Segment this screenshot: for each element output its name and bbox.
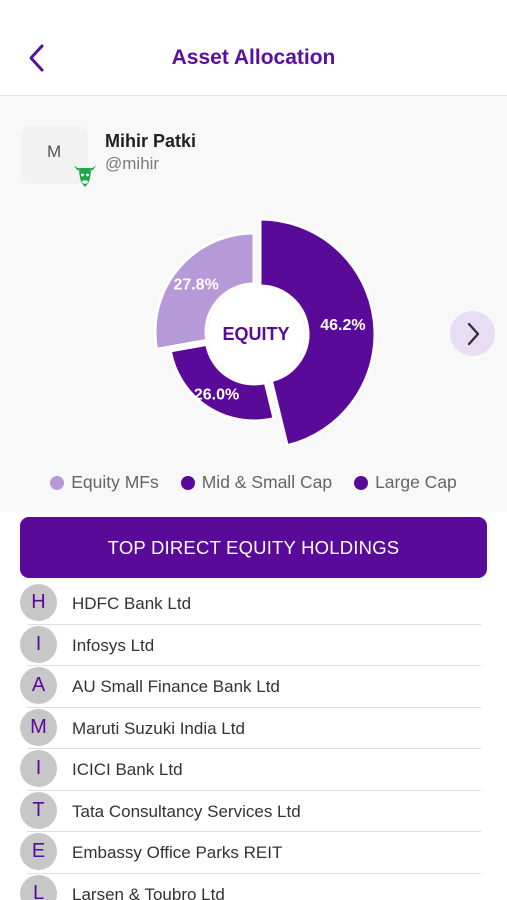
legend-dot: [50, 475, 65, 490]
legend-dot: [354, 475, 369, 490]
user-name: Mihir Patki: [105, 131, 197, 151]
bull-icon: [74, 165, 96, 187]
holding-avatar: I: [20, 625, 57, 663]
legend-item-equity-mfs: Equity MFs: [50, 472, 159, 493]
holding-avatar: L: [20, 874, 57, 900]
holding-avatar: H: [20, 584, 57, 621]
holding-avatar: E: [20, 833, 57, 870]
top-holdings-button[interactable]: TOP DIRECT EQUITY HOLDINGS: [20, 517, 487, 578]
holding-name: AU Small Finance Bank Ltd: [72, 677, 280, 696]
page-title: Asset Allocation: [171, 46, 336, 69]
next-chart-button[interactable]: [450, 311, 495, 356]
holding-name: ICICI Bank Ltd: [72, 760, 183, 779]
avatar-letter: M: [47, 142, 62, 161]
list-item[interactable]: H HDFC Bank Ltd: [0, 583, 507, 625]
holding-name: Larsen & Toubro Ltd: [72, 884, 225, 900]
holding-name: Tata Consultancy Services Ltd: [72, 801, 301, 821]
legend-dot: [180, 475, 195, 490]
slice-label: 27.8%: [173, 277, 218, 294]
list-item[interactable]: E Embassy Office Parks REIT: [0, 832, 507, 874]
user-handle: @mihir: [105, 154, 160, 173]
legend-label: Mid & Small Cap: [201, 472, 333, 492]
holding-name: Maruti Suzuki India Ltd: [72, 718, 245, 738]
legend-label: Equity MFs: [71, 472, 159, 492]
chart-center-label: EQUITY: [222, 324, 289, 344]
list-item[interactable]: I ICICI Bank Ltd: [0, 749, 507, 791]
slice-label: 26.0%: [194, 386, 239, 403]
list-item[interactable]: T Tata Consultancy Services Ltd: [0, 791, 507, 832]
holding-avatar: I: [20, 750, 57, 787]
holdings-list: H HDFC Bank Ltd I Infosys Ltd A AU Small Fina…: [0, 583, 507, 900]
slice-label: 46.2%: [320, 317, 365, 334]
holding-name: Embassy Office Parks REIT: [72, 843, 283, 862]
holding-name: HDFC Bank Ltd: [72, 594, 192, 613]
chevron-right-icon: [467, 322, 479, 345]
holding-avatar: T: [20, 791, 57, 829]
list-item[interactable]: I Infosys Ltd: [0, 625, 507, 666]
list-item[interactable]: L Larsen & Toubro Ltd: [0, 874, 507, 900]
legend-item-large-cap: Large Cap: [354, 472, 457, 493]
app-header: Asset Allocation: [0, 0, 507, 96]
holding-avatar: A: [20, 667, 57, 704]
legend-item-mid-small-cap: Mid & Small Cap: [180, 472, 333, 493]
allocation-donut-chart: EQUITY 46.2% 26.0% 27.8%: [153, 217, 377, 448]
chart-legend: Equity MFs Mid & Small Cap Large Cap: [0, 472, 507, 493]
legend-label: Large Cap: [375, 472, 457, 492]
list-item[interactable]: M Maruti Suzuki India Ltd: [0, 708, 507, 749]
list-item[interactable]: A AU Small Finance Bank Ltd: [0, 666, 507, 708]
holding-name: Infosys Ltd: [72, 635, 155, 655]
holding-avatar: M: [20, 708, 57, 746]
